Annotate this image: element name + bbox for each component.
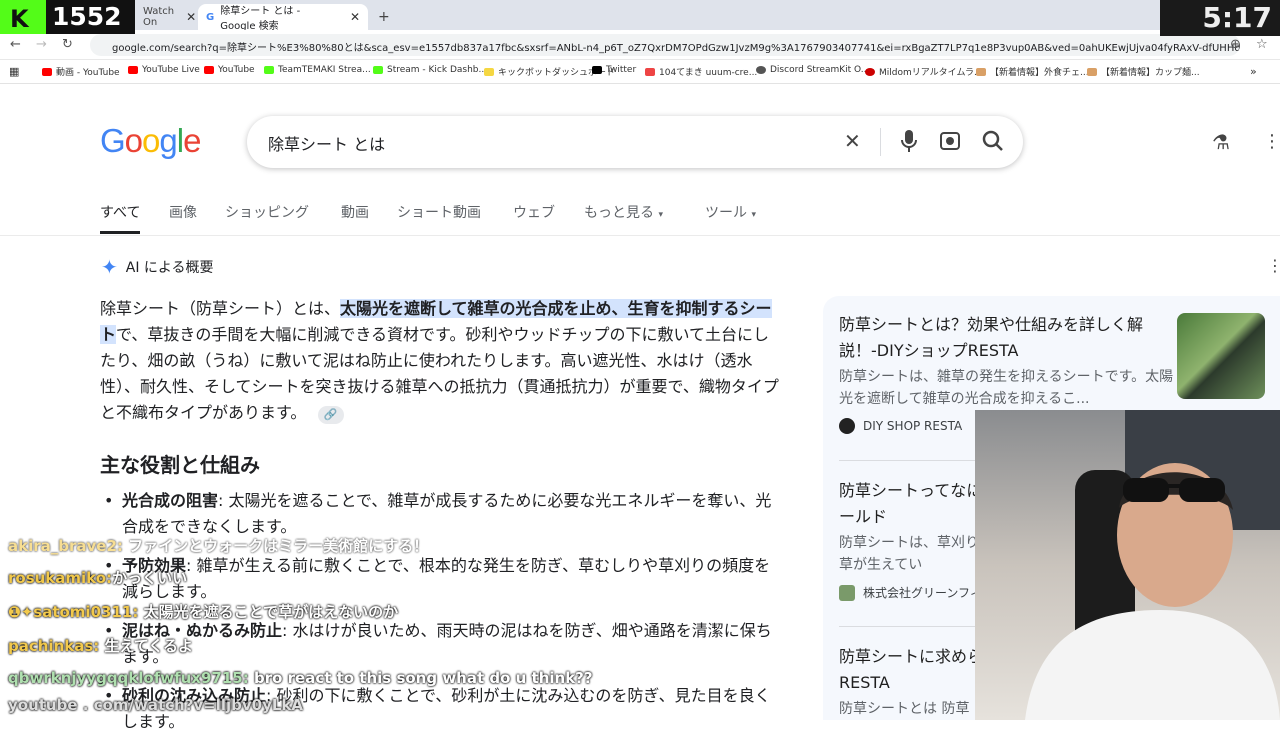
bookmark-item[interactable]: Twitter [592, 65, 636, 75]
tab-tools[interactable]: ツール ▾ [705, 202, 756, 222]
chat-message: ❶✦satomi0311: 太陽光を遮ることで草がはえないのか [8, 603, 399, 621]
browser-tab-active[interactable]: G 除草シート とは - Google 検索 ✕ [198, 4, 368, 32]
stream-timer: 5:17 [1160, 0, 1280, 36]
kick-icon [373, 66, 383, 74]
search-icon[interactable] [982, 129, 1004, 157]
chat-message: youtube . com/watch?v=lljbv0yLkA [8, 696, 304, 714]
viewer-counter: K 1552 [0, 0, 135, 34]
source-thumbnail[interactable] [1177, 313, 1265, 399]
list-item: 予防効果: 雑草が生える前に敷くことで、根本的な発生を防ぎ、草むしりや草刈りの頻… [100, 553, 780, 605]
bookmark-item[interactable]: 動画 - YouTube [42, 65, 120, 78]
chat-message: rosukamiko:かっくいい [8, 569, 188, 587]
more-options-icon[interactable]: ⋮ [1267, 256, 1280, 275]
new-tab-button[interactable]: + [370, 4, 398, 30]
url-text: google.com/search?q=除草シート%E3%80%80とは&sca… [112, 43, 1240, 54]
youtube-icon [204, 66, 214, 74]
site-favicon-icon [839, 584, 855, 601]
source-link-icon[interactable]: 🔗 [317, 406, 344, 424]
bookmarks-bar: ▦ 動画 - YouTube YouTube Live YouTube Team… [0, 60, 1280, 84]
bookmark-item[interactable]: YouTube Live [128, 65, 200, 75]
bot-icon [484, 67, 494, 76]
ai-rest: で、草抜きの手間を大幅に削減できる資材です。砂利やウッドチップの下に敷いて土台に… [100, 325, 779, 422]
more-bookmarks-icon[interactable]: » [1250, 65, 1257, 78]
source-snippet: 防草シートは、雑草の発生を抑えるシートです。太陽光を遮断して雑草の光合成を抑える… [839, 369, 1174, 407]
tab-videos[interactable]: 動画 [341, 202, 369, 222]
ai-overview-header: ✦ AI による概要 [101, 255, 214, 279]
news-icon [976, 67, 986, 76]
bookmark-item[interactable]: YouTube [204, 65, 255, 75]
camera-lens-icon[interactable] [939, 129, 961, 157]
apps-grid-icon[interactable]: ▦ [9, 65, 19, 78]
tab-label: 除草シート とは - Google 検索 [220, 6, 301, 32]
divider [0, 235, 1280, 236]
site-favicon-icon [839, 418, 855, 434]
tab-label: Watch On [143, 6, 175, 28]
tab-short-videos[interactable]: ショート動画 [397, 202, 481, 222]
badge-icon: ❶✦ [8, 603, 34, 621]
bookmark-item[interactable]: TeamTEMAKI Strea... [264, 65, 371, 75]
bookmark-item[interactable]: Mildomリアルタイムラ... [865, 65, 983, 78]
clear-icon[interactable]: ✕ [844, 129, 861, 153]
section-title: 主な役割と仕組み [100, 453, 260, 477]
bookmark-item[interactable]: Discord StreamKit O... [756, 65, 869, 75]
bookmark-item[interactable]: 【新着情報】外食チェ... [976, 65, 1089, 78]
divider [880, 128, 881, 156]
tab-shopping[interactable]: ショッピング [225, 202, 309, 222]
chat-message: akira_brave2: ファインとウォークはミラー美術館にする！ [8, 537, 429, 555]
news-icon [1087, 67, 1097, 76]
forward-icon[interactable]: → [36, 37, 47, 52]
apps-grid-icon[interactable]: ⋮⋮ [1263, 131, 1280, 152]
browser-tab[interactable]: Watch On ✕ [135, 4, 196, 30]
list-item: 泥はね・ぬかるみ防止: 水はけが良いため、雨天時の泥はねを防ぎ、畑や通路を清潔に… [100, 618, 780, 670]
webcam-overlay [975, 410, 1280, 720]
ai-overview-label: AI による概要 [125, 260, 214, 276]
tab-all[interactable]: すべて [100, 202, 141, 234]
bookmark-item[interactable]: 104てまき uuum-cre... [645, 65, 757, 78]
kick-icon [264, 66, 274, 74]
caret-down-icon: ▾ [658, 210, 663, 220]
close-tab-icon[interactable]: ✕ [350, 10, 360, 24]
ai-overview-text: 除草シート（防草シート）とは、太陽光を遮断して雑草の光合成を止め、生育を抑制する… [100, 296, 780, 426]
back-icon[interactable]: ← [10, 37, 21, 52]
tab-images[interactable]: 画像 [169, 202, 197, 222]
chat-message: qbwrknjyygqqklofwfux9715: bro react to t… [8, 669, 593, 687]
youtube-icon [128, 66, 138, 74]
google-favicon-icon: G [206, 11, 215, 23]
discord-icon [756, 66, 766, 74]
youtube-icon [42, 67, 52, 76]
reload-icon[interactable]: ↻ [62, 37, 73, 52]
chat-message: pachinkas: 生えてくるよ [8, 637, 194, 655]
list-item: 光合成の阻害: 太陽光を遮ることで、雑草が成長するために必要な光エネルギーを奪い… [100, 488, 780, 540]
address-bar-row: ← → ↻ google.com/search?q=除草シート%E3%80%80… [0, 30, 1280, 60]
close-tab-icon[interactable]: ✕ [186, 10, 196, 24]
zoom-icon[interactable]: ⊕ [1230, 37, 1241, 52]
kick-logo-icon: K [0, 0, 46, 34]
bookmark-item[interactable]: Stream - Kick Dashb... [373, 65, 487, 75]
ai-intro: 除草シート（防草シート）とは、 [100, 299, 341, 318]
source-title[interactable]: 防草シートとは？効果や仕組みを詳しく解説！-DIYショップRESTA [839, 312, 1179, 364]
gemini-sparkle-icon: ✦ [101, 255, 118, 279]
x-twitter-icon [592, 66, 602, 74]
bookmark-item[interactable]: 【新着情報】カップ麺... [1087, 65, 1200, 78]
bookmark-star-icon[interactable]: ☆ [1256, 37, 1268, 52]
browser-tab-bar: Watch On ✕ G 除草シート とは - Google 検索 ✕ + [0, 0, 1280, 32]
viewer-count: 1552 [52, 2, 122, 31]
url-field[interactable]: google.com/search?q=除草シート%E3%80%80とは&sca… [90, 34, 1240, 56]
uuum-icon [645, 67, 655, 76]
mildom-icon [865, 67, 875, 76]
tab-web[interactable]: ウェブ [513, 202, 555, 222]
google-logo[interactable]: Google [100, 122, 201, 160]
tab-more[interactable]: もっと見る ▾ [584, 202, 663, 222]
search-input[interactable]: 除草シート とは [268, 131, 385, 155]
microphone-icon[interactable] [901, 129, 917, 157]
labs-flask-icon[interactable]: ⚗ [1212, 130, 1230, 154]
search-box[interactable]: 除草シート とは ✕ [247, 116, 1023, 168]
caret-down-icon: ▾ [751, 210, 756, 220]
